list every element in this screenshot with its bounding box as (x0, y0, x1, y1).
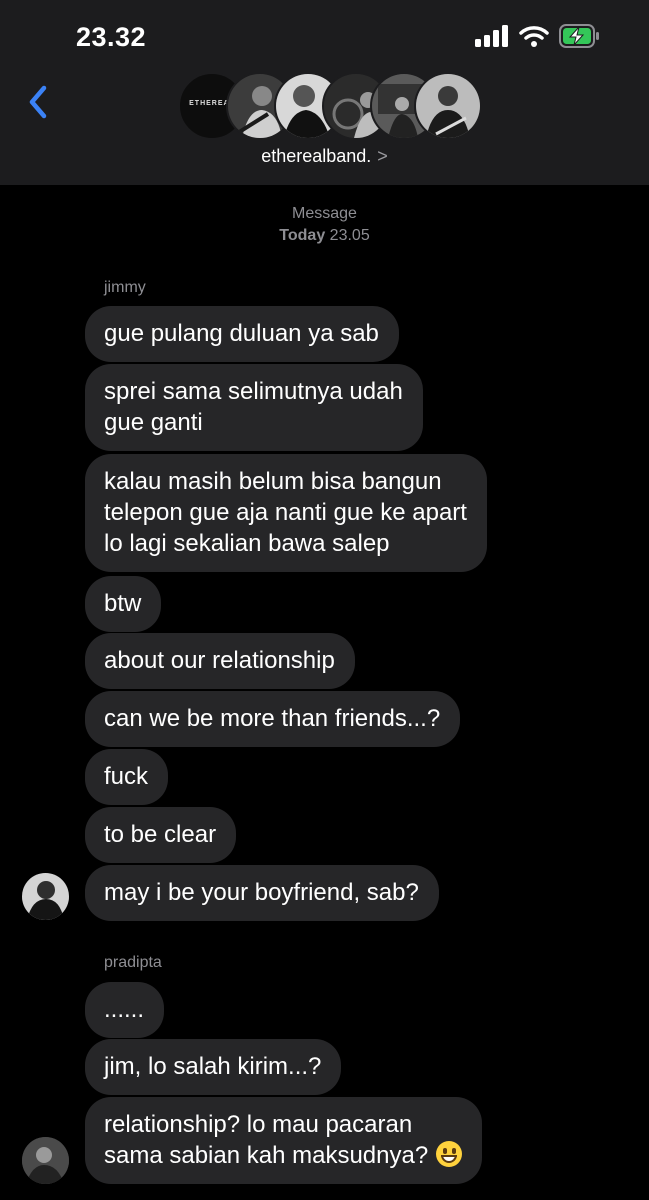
wifi-icon (519, 26, 549, 47)
message-bubble[interactable]: kalau masih belum bisa bangun telepon gu… (85, 454, 487, 572)
message-bubble[interactable]: jim, lo salah kirim...? (85, 1039, 342, 1095)
sender-avatar[interactable] (22, 1137, 69, 1184)
conversation-timestamp: Message Today 23.05 (0, 203, 649, 247)
timestamp-time: 23.05 (329, 227, 370, 244)
message-text: may i be your boyfriend, sab? (104, 879, 419, 906)
message-bubble[interactable]: relationship? lo mau pacaran sama sabian… (85, 1097, 483, 1184)
group-avatar-stack[interactable]: ETHEREAL (178, 72, 482, 140)
message-text: can we be more than friends...? (104, 705, 441, 732)
member-avatar-5 (414, 72, 482, 140)
signal-icon (475, 25, 508, 47)
message-bubble[interactable]: about our relationship (85, 633, 355, 689)
message-text: relationship? lo mau pacaran (104, 1111, 413, 1138)
chevron-right-icon: > (377, 146, 388, 166)
message-text: sprei sama selimutnya udah (104, 378, 403, 405)
timestamp-line: Today 23.05 (0, 225, 649, 247)
message-text: fuck (104, 763, 149, 790)
grinning-face-emoji-icon (436, 1141, 463, 1167)
back-button[interactable] (22, 82, 56, 122)
timestamp-day: Today (279, 227, 326, 244)
message-text: sama sabian kah maksudnya? (104, 1142, 429, 1169)
message-bubble[interactable]: btw (85, 576, 162, 632)
message-bubble[interactable]: to be clear (85, 807, 237, 863)
status-time: 23.32 (76, 22, 147, 52)
message-text: ...... (104, 996, 145, 1023)
message-bubble[interactable]: fuck (85, 749, 169, 805)
message-text: jim, lo salah kirim...? (104, 1053, 322, 1080)
message-text: gue ganti (104, 409, 203, 436)
chat-header: 23.32 ETHEREAL etherealband. > (0, 0, 649, 185)
message-text: lo lagi sekalian bawa salep (104, 530, 390, 557)
status-icons (475, 24, 601, 48)
battery-charging-icon (559, 24, 599, 48)
message-bubble[interactable]: ...... (85, 982, 165, 1038)
sender-avatar[interactable] (22, 873, 69, 920)
sender-name: jimmy (104, 279, 146, 296)
timestamp-title: Message (292, 205, 357, 222)
message-bubble[interactable]: may i be your boyfriend, sab? (85, 865, 439, 921)
sender-name: pradipta (104, 954, 162, 971)
message-bubble[interactable]: gue pulang duluan ya sab (85, 306, 399, 362)
message-bubble[interactable]: sprei sama selimutnya udah gue ganti (85, 364, 423, 451)
message-text: to be clear (104, 821, 217, 848)
message-text: kalau masih belum bisa bangun (104, 468, 442, 495)
group-name: etherealband. (261, 146, 372, 166)
message-text: telepon gue aja nanti gue ke apart (104, 499, 467, 526)
message-text: about our relationship (104, 647, 335, 674)
message-text: btw (104, 590, 142, 617)
message-text: gue pulang duluan ya sab (104, 320, 379, 347)
group-name-link[interactable]: etherealband. > (0, 146, 649, 167)
message-bubble[interactable]: can we be more than friends...? (85, 691, 461, 747)
